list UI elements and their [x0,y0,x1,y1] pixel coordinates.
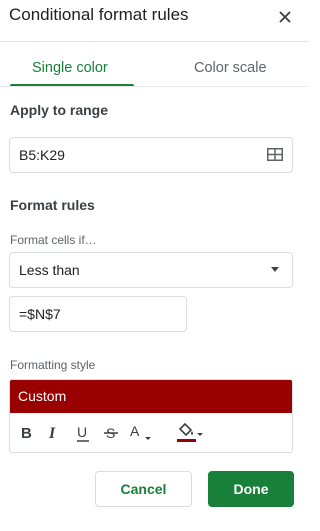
range-input[interactable]: B5:K29 [9,137,293,173]
apply-range-label: Apply to range [10,102,109,118]
italic-icon[interactable]: I [48,422,62,444]
svg-text:B: B [21,425,32,442]
close-icon[interactable] [276,8,294,26]
panel-header: Conditional format rules [0,0,309,40]
text-color-icon[interactable]: A [129,422,155,444]
done-button[interactable]: Done [208,471,294,507]
range-input-value: B5:K29 [19,147,65,163]
format-cells-if-label: Format cells if… [10,233,97,247]
condition-dropdown[interactable]: Less than [9,252,293,288]
tab-color-scale[interactable]: Color scale [194,60,267,76]
fill-color-icon[interactable] [176,422,204,444]
style-preset-label: Custom [18,388,67,404]
bold-icon[interactable]: B [20,422,34,444]
svg-text:A: A [130,423,140,439]
condition-value-text: =$N$7 [19,306,61,322]
formatting-style-label: Formatting style [10,358,96,372]
condition-value-input[interactable]: =$N$7 [9,296,187,332]
strikethrough-icon[interactable]: S [103,422,119,444]
cancel-button[interactable]: Cancel [95,471,192,507]
tab-bar: Single color Color scale [0,52,309,87]
dropdown-arrow-icon [271,267,279,272]
header-divider [0,41,309,42]
formatting-style-box: Custom B I U S A [9,379,293,453]
style-preset-dropdown[interactable]: Custom [10,380,292,413]
tab-single-color[interactable]: Single color [32,60,108,76]
tabs-divider [0,86,309,87]
panel-title: Conditional format rules [9,5,189,24]
condition-dropdown-value: Less than [19,262,80,278]
format-toolbar: B I U S A [10,413,292,452]
underline-icon[interactable]: U [75,422,91,444]
svg-text:I: I [48,425,56,442]
svg-text:U: U [77,424,87,440]
grid-select-icon[interactable] [267,148,283,161]
format-rules-label: Format rules [10,197,95,213]
